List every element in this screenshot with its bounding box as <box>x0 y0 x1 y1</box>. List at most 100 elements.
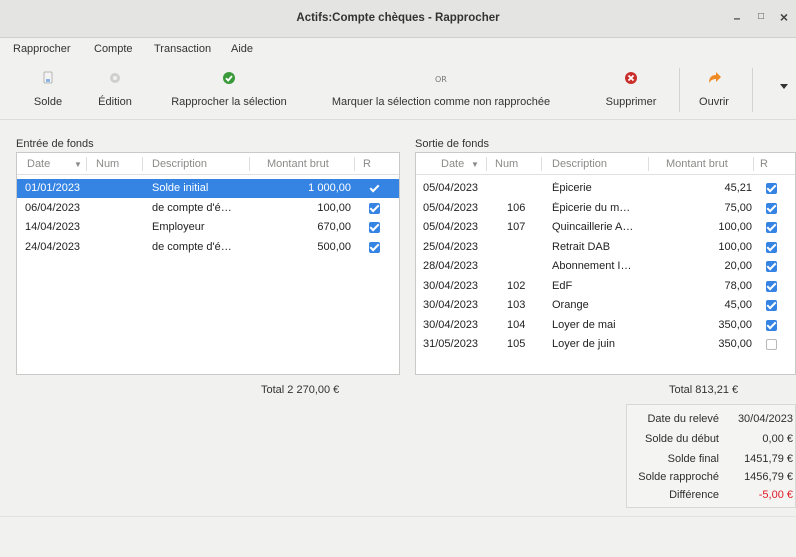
difference-value: -5,00 € <box>758 489 793 501</box>
table-header: Date ▼ Num Description Montant brut R <box>416 153 795 175</box>
reconciled-checkbox[interactable] <box>766 222 777 233</box>
toolbar-separator <box>752 68 753 112</box>
toolbar: Solde Édition Rapprocher la sélection OR… <box>0 60 796 120</box>
gear-icon <box>110 73 120 83</box>
col-description[interactable]: Description <box>552 158 607 170</box>
cell-date: 30/04/2023 <box>423 279 479 292</box>
ouvrir-button[interactable]: Ouvrir <box>688 64 740 116</box>
minimize-icon[interactable]: – <box>728 11 746 27</box>
cell-description: Loyer de mai <box>552 318 616 331</box>
close-icon[interactable]: × <box>775 9 793 25</box>
reconciled-checkbox[interactable] <box>766 300 777 311</box>
reconciled-checkbox[interactable] <box>369 183 380 194</box>
menu-compte[interactable]: Compte <box>94 43 133 55</box>
table-row[interactable]: 28/04/2023 Abonnement I… 20,00 <box>416 257 795 276</box>
cell-description: Épicerie <box>552 182 592 194</box>
solde-debut-value: 0,00 € <box>762 433 793 445</box>
reconciled-checkbox[interactable] <box>766 319 777 331</box>
col-date[interactable]: Date <box>27 158 50 170</box>
reconciled-checkbox[interactable] <box>766 241 777 253</box>
cell-description: Épicerie du m… <box>552 201 631 214</box>
edition-button[interactable]: Édition <box>91 64 139 116</box>
table-row[interactable]: 05/04/2023 Épicerie 45,21 <box>416 179 795 198</box>
date-releve-value: 30/04/2023 <box>737 413 793 425</box>
col-montant[interactable]: Montant brut <box>666 158 728 170</box>
entree-total: Total 2 270,00 € <box>261 384 340 396</box>
solde-rapproche-label: Solde rapproché <box>638 471 719 483</box>
sort-chevron-down-icon[interactable]: ▼ <box>471 160 479 169</box>
cell-date: 05/04/2023 <box>423 201 479 214</box>
sort-chevron-down-icon[interactable]: ▼ <box>74 160 82 169</box>
marquer-non-rapprochee-button[interactable]: OR Marquer la sélection comme non rappro… <box>318 64 564 116</box>
toolbar-separator <box>679 68 680 112</box>
delete-icon <box>625 72 637 84</box>
cell-date: 01/01/2023 <box>25 182 81 194</box>
cell-num: 102 <box>507 279 526 292</box>
table-row[interactable]: 05/04/2023 106 Épicerie du m… 75,00 <box>416 199 795 218</box>
cell-date: 30/04/2023 <box>423 299 479 311</box>
cell-description: Retrait DAB <box>552 240 611 253</box>
col-r[interactable]: R <box>363 158 371 170</box>
table-row[interactable]: 30/04/2023 103 Orange 45,00 <box>416 296 795 315</box>
table-row[interactable]: 05/04/2023 107 Quincaillerie A… 100,00 <box>416 218 795 237</box>
reconciled-checkbox[interactable] <box>766 261 777 272</box>
reconciled-checkbox[interactable] <box>766 339 777 350</box>
table-row[interactable]: 01/01/2023 Solde initial 1 000,00 <box>17 179 399 198</box>
cell-date: 24/04/2023 <box>25 240 81 253</box>
cell-date: 05/04/2023 <box>423 221 479 233</box>
sortie-fonds-table: Date ▼ Num Description Montant brut R 05… <box>415 152 796 375</box>
difference-label: Différence <box>669 489 719 501</box>
reconciled-checkbox[interactable] <box>766 202 777 214</box>
col-description[interactable]: Description <box>152 158 207 170</box>
cell-date: 06/04/2023 <box>25 201 81 214</box>
table-row[interactable]: 24/04/2023 de compte d'é… 500,00 <box>17 238 399 257</box>
table-row[interactable]: 30/04/2023 104 Loyer de mai 350,00 <box>416 316 795 335</box>
table-row[interactable]: 31/05/2023 105 Loyer de juin 350,00 <box>416 335 795 354</box>
title-bar: Actifs:Compte chèques - Rapprocher – □ × <box>0 0 796 38</box>
cell-montant: 75,00 <box>724 201 752 214</box>
cell-montant: 500,00 <box>317 240 351 253</box>
reconciled-checkbox[interactable] <box>369 241 380 253</box>
col-num[interactable]: Num <box>96 158 119 170</box>
cell-date: 31/05/2023 <box>423 338 479 350</box>
unreconcile-icon: OR <box>435 75 447 84</box>
col-date[interactable]: Date <box>441 158 464 170</box>
col-montant[interactable]: Montant brut <box>267 158 329 170</box>
solde-button[interactable]: Solde <box>20 64 76 116</box>
cell-description: Orange <box>552 299 589 311</box>
check-icon <box>223 72 235 84</box>
cell-description: de compte d'é… <box>152 201 232 214</box>
table-row[interactable]: 25/04/2023 Retrait DAB 100,00 <box>416 238 795 257</box>
supprimer-label: Supprimer <box>605 96 657 108</box>
entree-fonds-table: Date ▼ Num Description Montant brut R 01… <box>16 152 400 375</box>
cell-montant: 670,00 <box>317 221 351 233</box>
rapprocher-selection-button[interactable]: Rapprocher la sélection <box>160 64 298 116</box>
menu-transaction[interactable]: Transaction <box>154 43 211 55</box>
sortie-fonds-label: Sortie de fonds <box>415 138 491 150</box>
solde-rapproche-value: 1456,79 € <box>744 471 793 483</box>
col-num[interactable]: Num <box>495 158 518 170</box>
table-row[interactable]: 14/04/2023 Employeur 670,00 <box>17 218 399 237</box>
col-r[interactable]: R <box>760 158 768 170</box>
window-title: Actifs:Compte chèques - Rapprocher <box>296 12 500 24</box>
cell-date: 14/04/2023 <box>25 221 81 233</box>
cell-montant: 78,00 <box>724 279 752 292</box>
cell-description: Loyer de juin <box>552 338 615 350</box>
reconciled-checkbox[interactable] <box>369 202 380 214</box>
table-row[interactable]: 30/04/2023 102 EdF 78,00 <box>416 277 795 296</box>
jump-arrow-icon <box>709 72 721 83</box>
reconciled-checkbox[interactable] <box>766 183 777 194</box>
cell-date: 28/04/2023 <box>423 260 479 272</box>
overflow-chevron-down-icon[interactable] <box>780 84 788 89</box>
menu-aide[interactable]: Aide <box>231 43 253 55</box>
supprimer-button[interactable]: Supprimer <box>596 64 666 116</box>
menu-rapprocher[interactable]: Rapprocher <box>13 43 70 55</box>
table-row[interactable]: 06/04/2023 de compte d'é… 100,00 <box>17 199 399 218</box>
marquer-non-rapprochee-label: Marquer la sélection comme non rapproché… <box>331 96 551 108</box>
maximize-icon[interactable]: □ <box>752 11 770 27</box>
reconciled-checkbox[interactable] <box>766 280 777 292</box>
cell-date: 25/04/2023 <box>423 240 479 253</box>
cell-montant: 45,21 <box>724 182 752 194</box>
reconciled-checkbox[interactable] <box>369 222 380 233</box>
date-releve-label: Date du relevé <box>647 413 719 425</box>
